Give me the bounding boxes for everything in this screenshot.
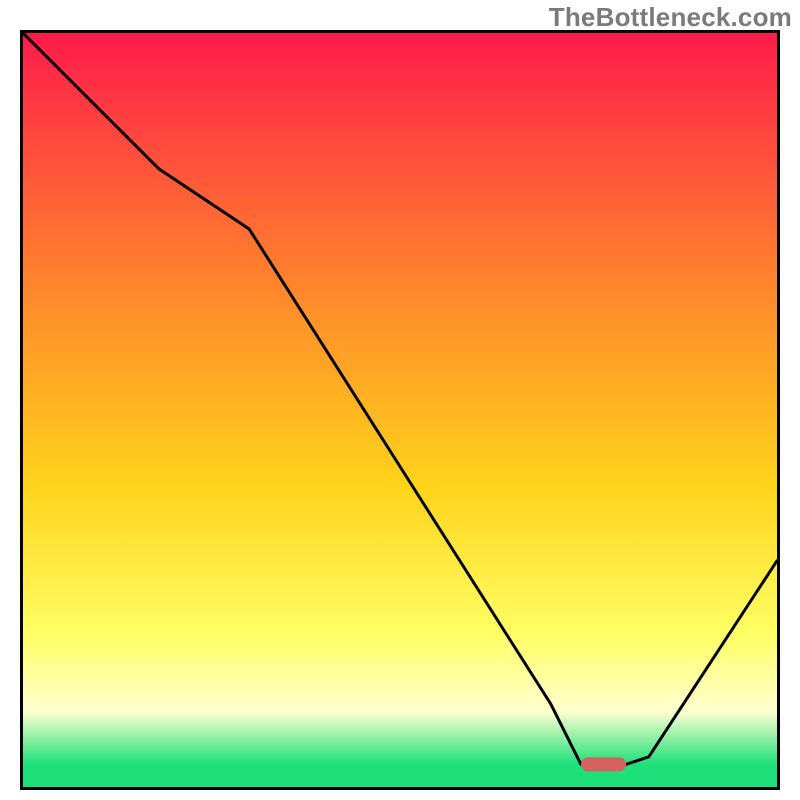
chart-container: TheBottleneck.com [0,0,800,800]
plot-area [20,30,780,790]
watermark-text: TheBottleneck.com [549,2,792,33]
optimal-range-marker [581,757,626,771]
chart-svg [23,33,777,787]
